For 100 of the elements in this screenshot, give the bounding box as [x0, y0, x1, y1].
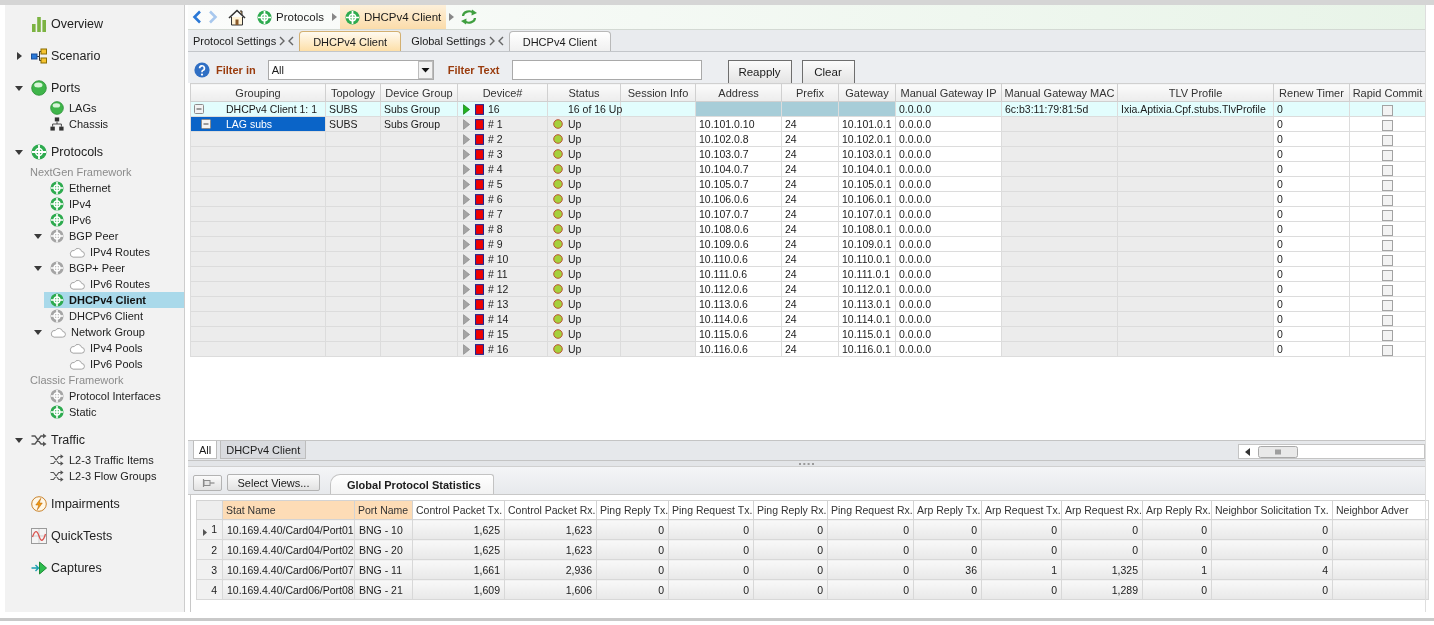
play-icon[interactable] — [463, 283, 470, 295]
sidebar-item[interactable]: IPv4 Pools — [63, 340, 184, 356]
column-header[interactable]: Rapid Commit — [1349, 83, 1426, 102]
sidebar-item[interactable]: Static — [44, 404, 184, 420]
refresh-icon[interactable] — [460, 9, 479, 25]
checkbox[interactable] — [1382, 329, 1393, 341]
checkbox[interactable] — [1382, 299, 1393, 311]
caret-icon[interactable] — [34, 264, 42, 272]
column-header[interactable]: Arp Request Rx. — [1061, 500, 1143, 520]
checkbox[interactable] — [1382, 224, 1393, 236]
sidebar-item[interactable]: DHCPv4 Client — [44, 292, 184, 308]
play-icon[interactable] — [463, 343, 470, 355]
action-button[interactable]: Clear — [801, 60, 855, 83]
sidebar-item[interactable]: Traffic — [25, 428, 184, 452]
column-header[interactable]: Device# — [457, 83, 548, 102]
column-header[interactable]: Prefix — [781, 83, 839, 102]
sidebar-item[interactable]: Overview — [25, 12, 184, 36]
stop-icon[interactable] — [475, 103, 484, 115]
column-header[interactable]: TLV Profile — [1117, 83, 1274, 102]
stop-icon[interactable] — [475, 223, 484, 235]
play-icon[interactable] — [463, 118, 470, 130]
column-header[interactable]: Session Info — [620, 83, 696, 102]
chevron-right-icon[interactable] — [488, 36, 495, 46]
sidebar-item[interactable]: IPv4 — [44, 196, 184, 212]
checkbox[interactable] — [1382, 149, 1393, 161]
tab[interactable]: All — [193, 441, 218, 459]
sidebar-item[interactable]: Network Group — [44, 324, 184, 340]
column-header[interactable]: Ping Reply Rx. — [753, 500, 828, 520]
pin-button[interactable] — [193, 475, 222, 491]
play-icon[interactable] — [463, 268, 470, 280]
stop-icon[interactable] — [475, 208, 484, 220]
row-header[interactable]: 1 — [196, 519, 223, 540]
stop-icon[interactable] — [475, 283, 484, 295]
select-views-button[interactable]: Select Views... — [227, 474, 320, 491]
stop-icon[interactable] — [475, 328, 484, 340]
stop-icon[interactable] — [475, 118, 484, 130]
checkbox[interactable] — [1382, 314, 1393, 326]
column-header[interactable]: Stat Name — [222, 500, 355, 520]
column-header[interactable]: Grouping — [190, 83, 326, 102]
sidebar-item[interactable]: DHCPv6 Client — [44, 308, 184, 324]
checkbox[interactable] — [1382, 179, 1393, 191]
column-header[interactable]: Address — [695, 83, 782, 102]
column-header[interactable]: Manual Gateway MAC — [1001, 83, 1118, 102]
sidebar-item[interactable]: Impairments — [25, 492, 184, 516]
sidebar-item[interactable]: Chassis — [44, 116, 184, 132]
collapse-icon[interactable] — [201, 119, 211, 129]
column-header[interactable]: Control Packet Tx. — [412, 500, 505, 520]
checkbox[interactable] — [1382, 134, 1393, 146]
caret-icon[interactable] — [15, 436, 23, 444]
help-icon[interactable] — [194, 62, 210, 78]
tab[interactable]: Global Protocol Statistics — [330, 474, 494, 494]
checkbox[interactable] — [1382, 164, 1393, 176]
column-header[interactable]: Renew Timer — [1273, 83, 1350, 102]
sidebar-item[interactable]: BGP Peer — [44, 228, 184, 244]
tab[interactable]: DHCPv4 Client — [220, 441, 307, 459]
stop-icon[interactable] — [475, 268, 484, 280]
play-icon[interactable] — [463, 193, 470, 205]
checkbox[interactable] — [1382, 344, 1393, 356]
caret-icon[interactable] — [34, 328, 42, 336]
column-header[interactable]: Manual Gateway IP — [895, 83, 1002, 102]
row-header[interactable]: 2 — [196, 539, 223, 560]
play-icon[interactable] — [463, 148, 470, 160]
sidebar-item[interactable]: Protocol Interfaces — [44, 388, 184, 404]
back-icon[interactable] — [192, 10, 202, 24]
sidebar-item[interactable]: Ethernet — [44, 180, 184, 196]
play-icon[interactable] — [463, 133, 470, 145]
scrollbar-thumb[interactable] — [1258, 445, 1298, 458]
chevron-left-icon[interactable] — [288, 36, 295, 46]
column-header[interactable]: Ping Reply Tx. — [596, 500, 669, 520]
play-icon[interactable] — [463, 103, 470, 115]
sidebar-item[interactable]: IPv4 Routes — [63, 244, 184, 260]
play-icon[interactable] — [463, 328, 470, 340]
play-icon[interactable] — [463, 163, 470, 175]
column-header[interactable]: Port Name — [354, 500, 413, 520]
chevron-right-icon[interactable] — [279, 36, 286, 46]
stop-icon[interactable] — [475, 148, 484, 160]
column-header[interactable]: Control Packet Rx. — [504, 500, 597, 520]
caret-icon[interactable] — [15, 84, 23, 92]
sidebar-item[interactable]: QuickTests — [25, 524, 184, 548]
stop-icon[interactable] — [475, 193, 484, 205]
column-header[interactable]: Neighbor Adver — [1332, 500, 1429, 520]
stop-icon[interactable] — [475, 298, 484, 310]
sidebar-item[interactable]: BGP+ Peer — [44, 260, 184, 276]
checkbox[interactable] — [1382, 254, 1393, 266]
caret-icon[interactable] — [15, 52, 23, 60]
column-header[interactable]: Status — [547, 83, 621, 102]
sidebar-item[interactable]: IPv6 Routes — [63, 276, 184, 292]
checkbox[interactable] — [1382, 119, 1393, 131]
stop-icon[interactable] — [475, 343, 484, 355]
column-header[interactable]: Ping Request Tx. — [668, 500, 754, 520]
sidebar-item[interactable]: LAGs — [44, 100, 184, 116]
caret-icon[interactable] — [34, 232, 42, 240]
column-header[interactable]: Gateway — [838, 83, 896, 102]
chevron-left-icon[interactable] — [497, 36, 504, 46]
tab[interactable]: DHCPv4 Client — [508, 31, 611, 51]
stop-icon[interactable] — [475, 238, 484, 250]
stop-icon[interactable] — [475, 178, 484, 190]
checkbox[interactable] — [1382, 194, 1393, 206]
row-header[interactable]: 4 — [196, 579, 223, 600]
column-header[interactable]: Arp Reply Rx. — [1142, 500, 1212, 520]
